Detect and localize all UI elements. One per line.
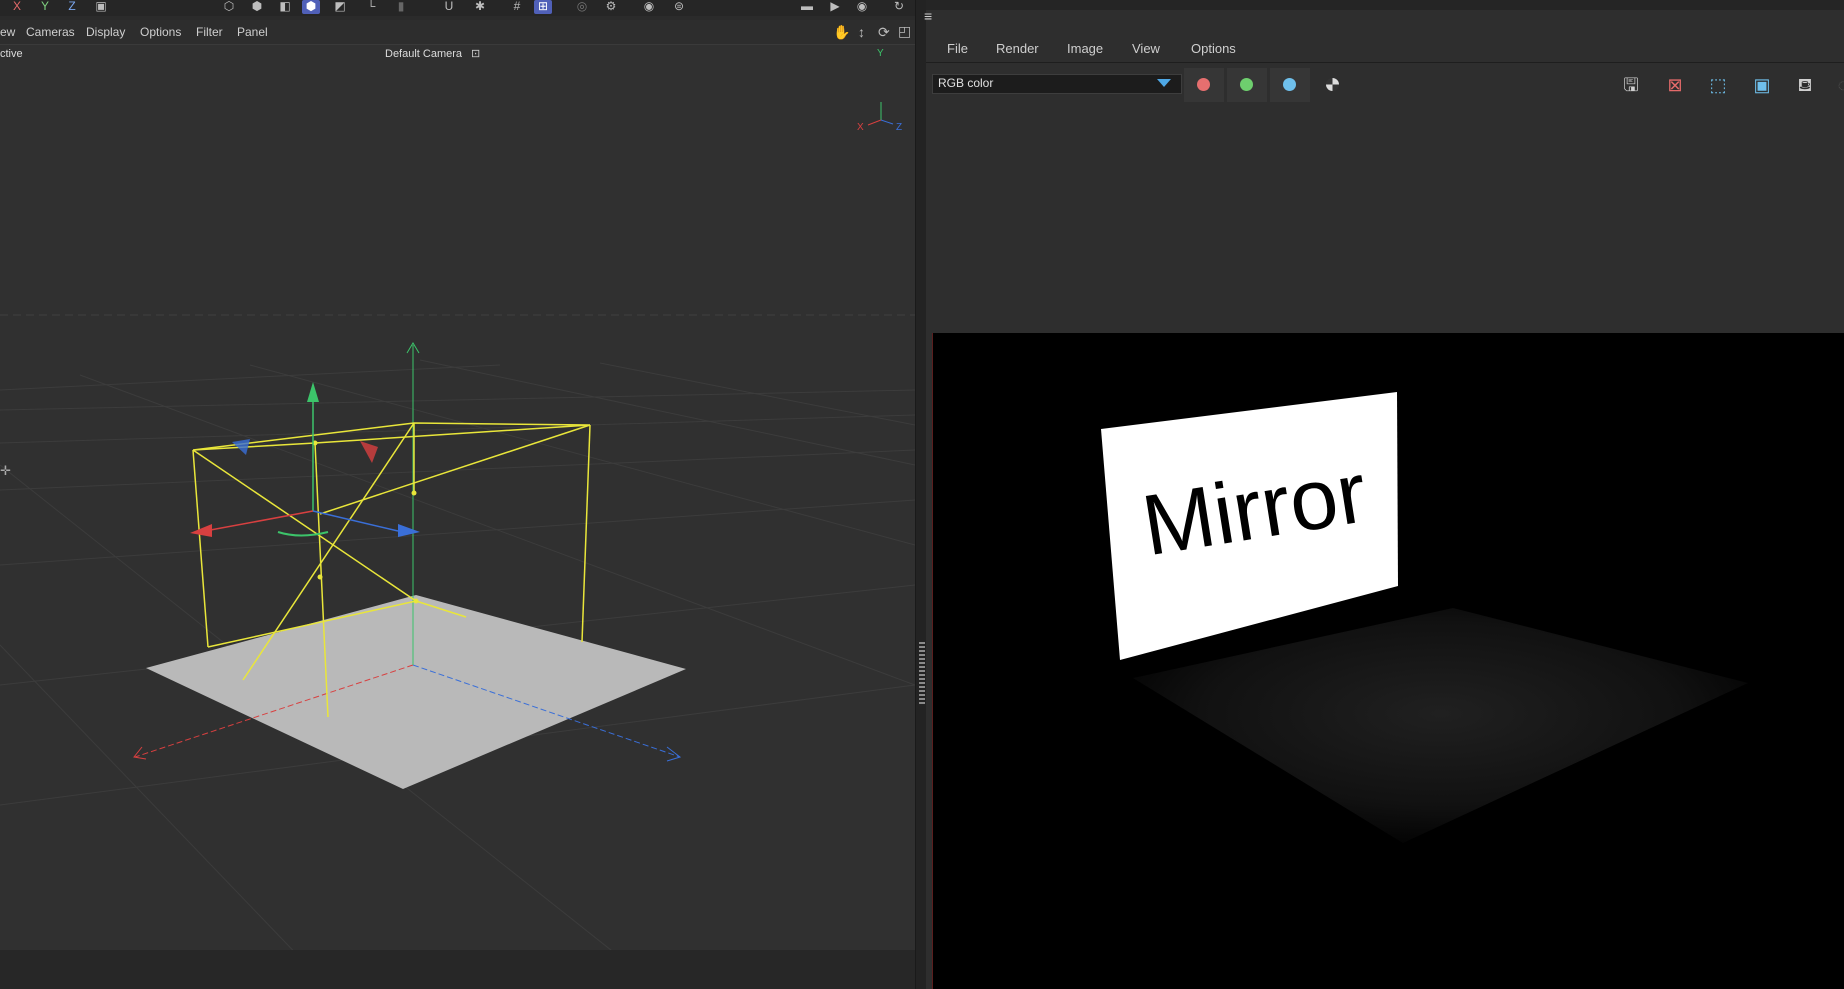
menu-render[interactable]: Render — [996, 41, 1039, 56]
refresh-icon[interactable]: ↻ — [890, 0, 908, 14]
chevron-down-icon[interactable] — [1157, 79, 1171, 87]
red-channel-icon — [1197, 78, 1210, 91]
menu-display[interactable]: Display — [86, 25, 125, 39]
menu-panel[interactable]: Panel — [237, 25, 268, 39]
workplane-icon[interactable]: # — [508, 0, 526, 14]
rotate-view-icon[interactable]: ⟳ — [878, 24, 890, 41]
teapot-render-icon[interactable]: ⛾ — [1792, 72, 1818, 98]
menu-image[interactable]: Image — [1067, 41, 1103, 56]
stop-render-icon[interactable]: ◌ — [1830, 72, 1844, 98]
view-axis-widget — [867, 102, 894, 126]
render-output[interactable]: Mirror — [932, 333, 1844, 989]
channel-select-value: RGB color — [938, 76, 994, 90]
uvw-mode-icon[interactable]: ◩ — [331, 0, 349, 14]
clear-image-icon[interactable]: ⊠ — [1662, 72, 1688, 98]
menu-file[interactable]: File — [947, 41, 968, 56]
play-icon[interactable]: ▶ — [826, 0, 844, 14]
menu-view[interactable]: View — [1132, 41, 1160, 56]
dolly-icon[interactable]: ↕ — [858, 24, 865, 40]
menu-view[interactable]: ew — [0, 25, 15, 39]
menu-options[interactable]: Options — [140, 25, 181, 39]
frame-icon[interactable]: ▣ — [1749, 72, 1775, 98]
blue-channel-icon — [1283, 78, 1296, 91]
pan-icon[interactable]: ✋ — [833, 24, 850, 41]
viewport-bottom-bar — [0, 950, 915, 989]
splitter-grip-icon[interactable] — [919, 642, 925, 706]
gizmo-x-handle — [190, 524, 212, 537]
axis-mode-icon[interactable]: └ — [362, 0, 380, 14]
viewport-menubar: ew Cameras Display Options Filter Panel … — [0, 20, 915, 45]
green-channel-icon — [1240, 78, 1253, 91]
picture-viewer-icon[interactable]: ◉ — [640, 0, 658, 14]
layout-icon[interactable]: ▬ — [798, 0, 816, 14]
record-icon[interactable]: ◉ — [853, 0, 871, 14]
view-axis-x-label: X — [857, 122, 864, 133]
view-axis-z-label: Z — [896, 122, 903, 133]
model-mode-icon[interactable]: ⬢ — [302, 0, 320, 14]
coordinate-system-icon[interactable]: ▣ — [92, 0, 110, 14]
view-axis-y-label: Y — [877, 48, 884, 59]
points-mode-icon[interactable]: ⬡ — [220, 0, 238, 14]
render-settings-icon[interactable]: ⚙ — [602, 0, 620, 14]
snap-settings-icon[interactable]: ✱ — [471, 0, 489, 14]
grid-snap-icon[interactable]: ⊞ — [534, 0, 552, 14]
gizmo-z-axis — [312, 510, 399, 532]
edges-mode-icon[interactable]: ⬢ — [248, 0, 266, 14]
menu-options[interactable]: Options — [1191, 41, 1236, 56]
gizmo-y-handle — [307, 382, 319, 402]
menu-filter[interactable]: Filter — [196, 25, 223, 39]
polygons-mode-icon[interactable]: ◧ — [276, 0, 294, 14]
axis-z-lock-button[interactable]: Z — [63, 0, 81, 14]
render-queue-icon[interactable]: ⊜ — [670, 0, 688, 14]
axis-y-lock-button[interactable]: Y — [36, 0, 54, 14]
region-render-icon[interactable]: ⬚ — [1705, 72, 1731, 98]
panel-menu-icon[interactable]: ≡ — [924, 8, 932, 24]
viewport-scene — [0, 102, 915, 989]
maximize-view-icon[interactable]: ◰ — [898, 23, 911, 40]
3d-viewport[interactable]: ctive Default Camera ⊡ Y X Z ✛ — [0, 45, 915, 989]
crosshair-icon: ✛ — [0, 463, 11, 478]
render-view-icon[interactable]: ◎ — [573, 0, 591, 14]
save-icon[interactable]: 🖫 — [1618, 72, 1644, 98]
tweak-mode-icon[interactable]: ▮ — [392, 0, 410, 14]
wireframe-points — [312, 440, 419, 604]
magnet-snap-icon[interactable]: U — [440, 0, 458, 14]
render-image: Mirror — [1101, 392, 1748, 843]
axis-x-lock-button[interactable]: X — [8, 0, 26, 14]
panel-header — [926, 0, 1844, 10]
menu-cameras[interactable]: Cameras — [26, 25, 75, 39]
floor-plane — [146, 595, 686, 789]
shadow-plane — [1133, 608, 1748, 843]
alpha-channel-icon[interactable] — [1326, 78, 1339, 91]
picture-viewer-menubar: File Render Image View Options — [926, 34, 1844, 63]
